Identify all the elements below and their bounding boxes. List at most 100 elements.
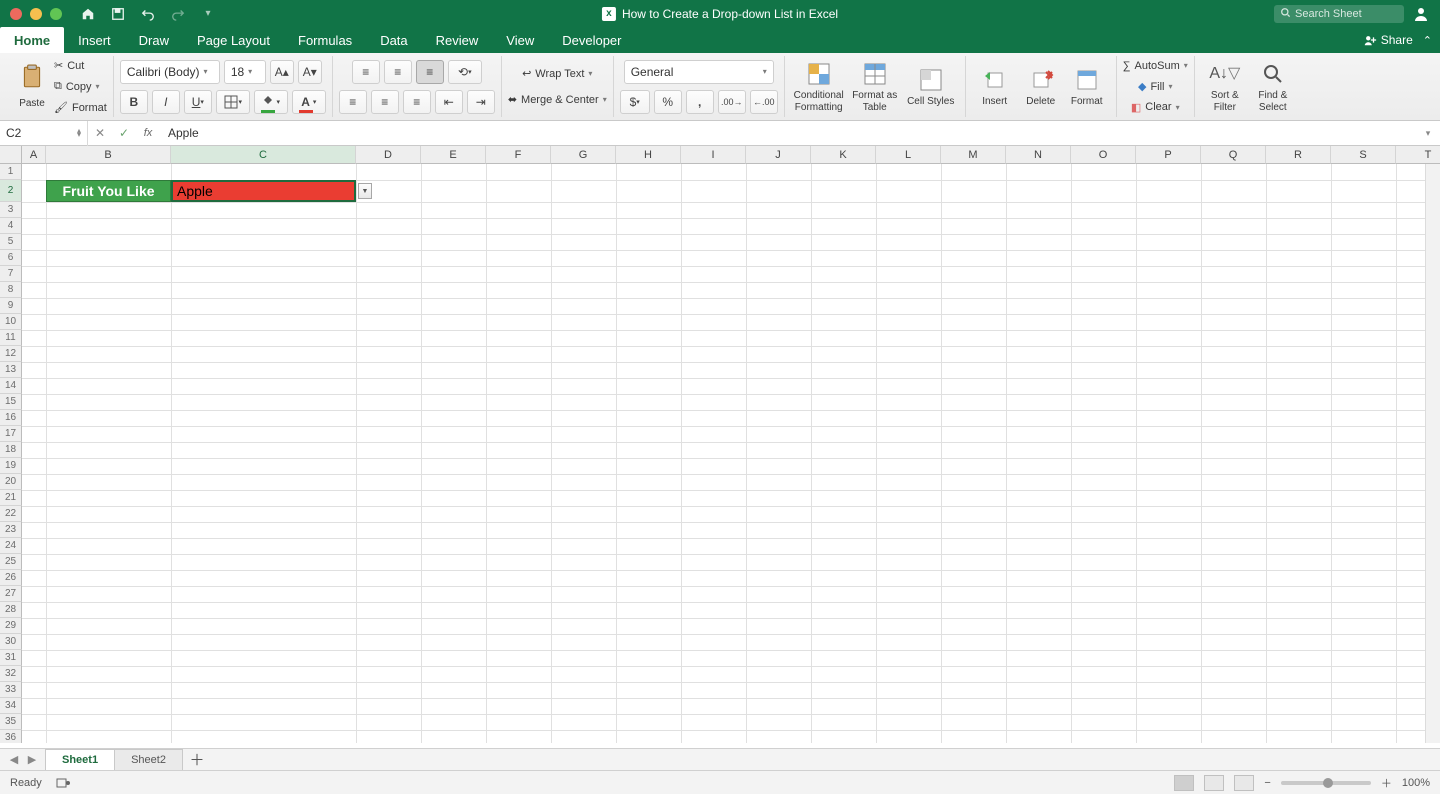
minimize-window-button[interactable] [30,8,42,20]
vertical-scrollbar[interactable] [1425,164,1440,743]
column-header-G[interactable]: G [551,146,616,164]
row-header-23[interactable]: 23 [0,522,22,538]
number-format-combo[interactable]: General▾ [624,60,774,84]
column-header-O[interactable]: O [1071,146,1136,164]
row-header-21[interactable]: 21 [0,490,22,506]
name-box[interactable]: C2 ▴▾ [0,121,88,146]
tab-view[interactable]: View [492,27,548,53]
row-header-25[interactable]: 25 [0,554,22,570]
cell-styles-button[interactable]: Cell Styles [903,66,959,108]
row-header-10[interactable]: 10 [0,314,22,330]
maximize-window-button[interactable] [50,8,62,20]
view-page-break-button[interactable] [1234,775,1254,791]
cell-C2[interactable]: Apple [171,180,356,202]
row-header-8[interactable]: 8 [0,282,22,298]
row-header-5[interactable]: 5 [0,234,22,250]
column-header-F[interactable]: F [486,146,551,164]
fill-button[interactable]: ◆Fill▾ [1138,77,1173,97]
row-header-12[interactable]: 12 [0,346,22,362]
autosum-button[interactable]: ∑AutoSum▾ [1123,56,1188,76]
share-button[interactable]: Share [1363,33,1413,47]
select-all-button[interactable] [0,146,22,164]
customize-qat-icon[interactable]: ▾ [200,6,216,22]
format-painter-button[interactable]: 🖌Format [54,98,107,118]
align-left-button[interactable]: ≡ [339,90,367,114]
add-sheet-button[interactable]: ＋ [183,749,211,771]
merge-center-button[interactable]: ⬌Merge & Center▾ [508,90,607,110]
column-header-M[interactable]: M [941,146,1006,164]
account-icon[interactable] [1412,5,1430,23]
row-header-16[interactable]: 16 [0,410,22,426]
zoom-out-button[interactable]: − [1264,777,1270,789]
column-header-Q[interactable]: Q [1201,146,1266,164]
align-bottom-button[interactable]: ≡ [416,60,444,84]
borders-button[interactable]: ▾ [216,90,250,114]
decrease-indent-button[interactable]: ⇤ [435,90,463,114]
row-header-15[interactable]: 15 [0,394,22,410]
redo-icon[interactable] [170,6,186,22]
column-header-P[interactable]: P [1136,146,1201,164]
row-header-7[interactable]: 7 [0,266,22,282]
tab-insert[interactable]: Insert [64,27,125,53]
row-header-2[interactable]: 2 [0,180,22,202]
formula-input[interactable]: Apple [160,126,1416,140]
row-header-33[interactable]: 33 [0,682,22,698]
column-header-J[interactable]: J [746,146,811,164]
search-sheet-input[interactable]: Search Sheet [1274,5,1404,23]
row-header-20[interactable]: 20 [0,474,22,490]
row-header-31[interactable]: 31 [0,650,22,666]
cells-area[interactable]: Fruit You LikeApple▼ [22,164,1440,743]
orientation-button[interactable]: ⟲▾ [448,60,482,84]
row-header-29[interactable]: 29 [0,618,22,634]
increase-indent-button[interactable]: ⇥ [467,90,495,114]
column-header-C[interactable]: C [171,146,356,164]
row-header-27[interactable]: 27 [0,586,22,602]
column-header-T[interactable]: T [1396,146,1440,164]
tab-review[interactable]: Review [422,27,493,53]
font-name-combo[interactable]: Calibri (Body)▾ [120,60,220,84]
align-center-button[interactable]: ≡ [371,90,399,114]
row-header-11[interactable]: 11 [0,330,22,346]
decrease-decimal-button[interactable]: ←.00 [750,90,778,114]
row-header-34[interactable]: 34 [0,698,22,714]
percent-button[interactable]: % [654,90,682,114]
copy-button[interactable]: ⧉Copy▾ [54,77,107,97]
column-header-I[interactable]: I [681,146,746,164]
view-page-layout-button[interactable] [1204,775,1224,791]
conditional-formatting-button[interactable]: Conditional Formatting [791,60,847,113]
row-header-32[interactable]: 32 [0,666,22,682]
column-header-D[interactable]: D [356,146,421,164]
column-header-N[interactable]: N [1006,146,1071,164]
increase-decimal-button[interactable]: .00→ [718,90,746,114]
wrap-text-button[interactable]: ↩Wrap Text▾ [522,64,592,84]
find-select-button[interactable]: Find & Select [1249,60,1297,113]
row-header-14[interactable]: 14 [0,378,22,394]
home-icon[interactable] [80,6,96,22]
accept-formula-button[interactable]: ✓ [112,121,136,146]
sort-filter-button[interactable]: A↓▽Sort & Filter [1201,60,1249,113]
row-header-19[interactable]: 19 [0,458,22,474]
row-header-26[interactable]: 26 [0,570,22,586]
row-header-18[interactable]: 18 [0,442,22,458]
column-header-B[interactable]: B [46,146,171,164]
tab-formulas[interactable]: Formulas [284,27,366,53]
tab-draw[interactable]: Draw [125,27,183,53]
font-color-button[interactable]: A▾ [292,90,326,114]
align-middle-button[interactable]: ≡ [384,60,412,84]
column-header-K[interactable]: K [811,146,876,164]
row-header-28[interactable]: 28 [0,602,22,618]
macro-record-icon[interactable] [56,776,70,790]
tab-page-layout[interactable]: Page Layout [183,27,284,53]
underline-button[interactable]: U▾ [184,90,212,114]
column-header-L[interactable]: L [876,146,941,164]
align-top-button[interactable]: ≡ [352,60,380,84]
row-header-36[interactable]: 36 [0,730,22,743]
italic-button[interactable]: I [152,90,180,114]
zoom-in-button[interactable]: ＋ [1381,775,1392,791]
sheet-tab-2[interactable]: Sheet2 [114,749,183,771]
font-size-combo[interactable]: 18▾ [224,60,266,84]
format-as-table-button[interactable]: Format as Table [847,60,903,113]
tab-developer[interactable]: Developer [548,27,635,53]
close-window-button[interactable] [10,8,22,20]
column-header-S[interactable]: S [1331,146,1396,164]
